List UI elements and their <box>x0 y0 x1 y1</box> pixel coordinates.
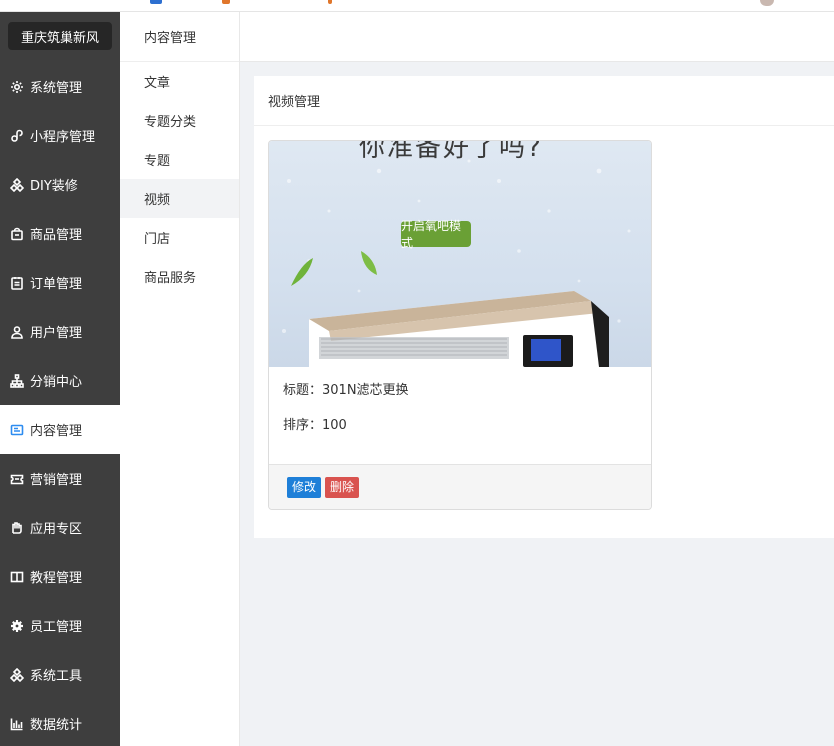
sidebar-item-marketing[interactable]: 营销管理 <box>0 454 120 503</box>
hand-icon <box>10 521 24 535</box>
sidebar-item-statistics[interactable]: 数据统计 <box>0 699 120 746</box>
sidebar-item-label: 员工管理 <box>30 620 83 635</box>
user-icon <box>10 325 24 339</box>
book-icon <box>10 570 24 584</box>
thumbnail-artwork <box>282 159 631 367</box>
sidebar-item-system[interactable]: 系统管理 <box>0 62 120 111</box>
sidebar-item-label: 用户管理 <box>30 326 83 341</box>
avatar[interactable] <box>760 0 774 6</box>
subnav-item-article[interactable]: 文章 <box>120 62 239 101</box>
sidebar-item-tools[interactable]: 系统工具 <box>0 650 120 699</box>
content-icon <box>10 423 24 437</box>
sidebar-item-distribution[interactable]: 分销中心 <box>0 356 120 405</box>
thumbnail-headline: 你准备好了吗? <box>359 141 543 163</box>
subnav-item-goods-service[interactable]: 商品服务 <box>120 257 239 296</box>
sidebar-item-label: 数据统计 <box>30 718 83 733</box>
tab-fragment <box>222 0 230 4</box>
subnav-item-topic-category[interactable]: 专题分类 <box>120 101 239 140</box>
diamond-icon <box>10 177 24 192</box>
top-header-bar <box>240 12 834 62</box>
video-sort: 排序：100 <box>283 418 347 433</box>
delete-button[interactable]: 删除 <box>325 476 360 498</box>
sidebar-item-label: 营销管理 <box>30 473 83 488</box>
bar-chart-icon <box>10 717 24 731</box>
tab-fragment <box>150 0 162 4</box>
sidebar-item-orders[interactable]: 订单管理 <box>0 258 120 307</box>
hierarchy-icon <box>10 373 24 388</box>
edit-button[interactable]: 修改 <box>287 476 322 498</box>
sidebar-item-tutorials[interactable]: 教程管理 <box>0 552 120 601</box>
link-icon <box>10 129 24 143</box>
panel-title: 视频管理 <box>254 76 834 126</box>
sidebar-item-users[interactable]: 用户管理 <box>0 307 120 356</box>
card-actions: 修改 删除 <box>269 464 651 509</box>
gear-icon <box>10 80 24 94</box>
video-title: 标题：301N滤芯更换 <box>283 383 409 398</box>
clipboard-icon <box>10 276 24 290</box>
sidebar-item-miniprogram[interactable]: 小程序管理 <box>0 111 120 160</box>
sidebar-item-label: 商品管理 <box>30 228 83 243</box>
brand-logo[interactable]: 重庆筑巢新风 <box>8 22 112 50</box>
thumbnail-badge: 开启氧吧模式 <box>401 219 471 250</box>
secondary-sidebar-title: 内容管理 <box>120 12 239 62</box>
secondary-sidebar: 内容管理 文章 专题分类 专题 视频 门店 商品服务 <box>120 12 240 746</box>
sidebar-item-label: 教程管理 <box>30 571 83 586</box>
subnav-item-store[interactable]: 门店 <box>120 218 239 257</box>
sidebar-item-goods[interactable]: 商品管理 <box>0 209 120 258</box>
sidebar-item-diy[interactable]: DIY装修 <box>0 160 120 209</box>
cog-solid-icon <box>10 619 24 633</box>
bag-icon <box>10 227 24 241</box>
sidebar-item-label: 分销中心 <box>30 375 83 390</box>
browser-top-strip <box>0 0 834 12</box>
subnav-item-video[interactable]: 视频 <box>120 179 239 218</box>
video-card: 你准备好了吗? 开启氧吧模式 标题：301N滤芯更换 排序：100 修改 删除 <box>268 140 652 510</box>
sidebar-item-apps[interactable]: 应用专区 <box>0 503 120 552</box>
video-info: 标题：301N滤芯更换 排序：100 <box>269 367 651 465</box>
sidebar-item-label: 应用专区 <box>30 522 83 537</box>
sidebar-item-label: 订单管理 <box>30 277 83 292</box>
sidebar-item-label: 小程序管理 <box>30 130 96 145</box>
tab-fragment <box>328 0 332 4</box>
sidebar-item-label: 系统管理 <box>30 81 83 96</box>
video-management-panel: 视频管理 你准备好了吗? 开启氧吧模式 标题：301N滤芯更换 排序：100 修… <box>254 76 834 538</box>
diamond-icon <box>10 667 24 682</box>
sidebar-item-content[interactable]: 内容管理 <box>0 405 120 454</box>
main-sidebar: 重庆筑巢新风 系统管理 小程序管理 DIY装修 商品管理 订单管理 用户管理 分… <box>0 12 120 746</box>
sidebar-item-label: 系统工具 <box>30 669 83 684</box>
sidebar-item-label: 内容管理 <box>30 424 83 439</box>
ticket-icon <box>10 472 24 486</box>
video-thumbnail[interactable]: 你准备好了吗? 开启氧吧模式 <box>269 141 651 367</box>
subnav-item-topic[interactable]: 专题 <box>120 140 239 179</box>
sidebar-item-label: DIY装修 <box>30 179 78 194</box>
sidebar-item-staff[interactable]: 员工管理 <box>0 601 120 650</box>
